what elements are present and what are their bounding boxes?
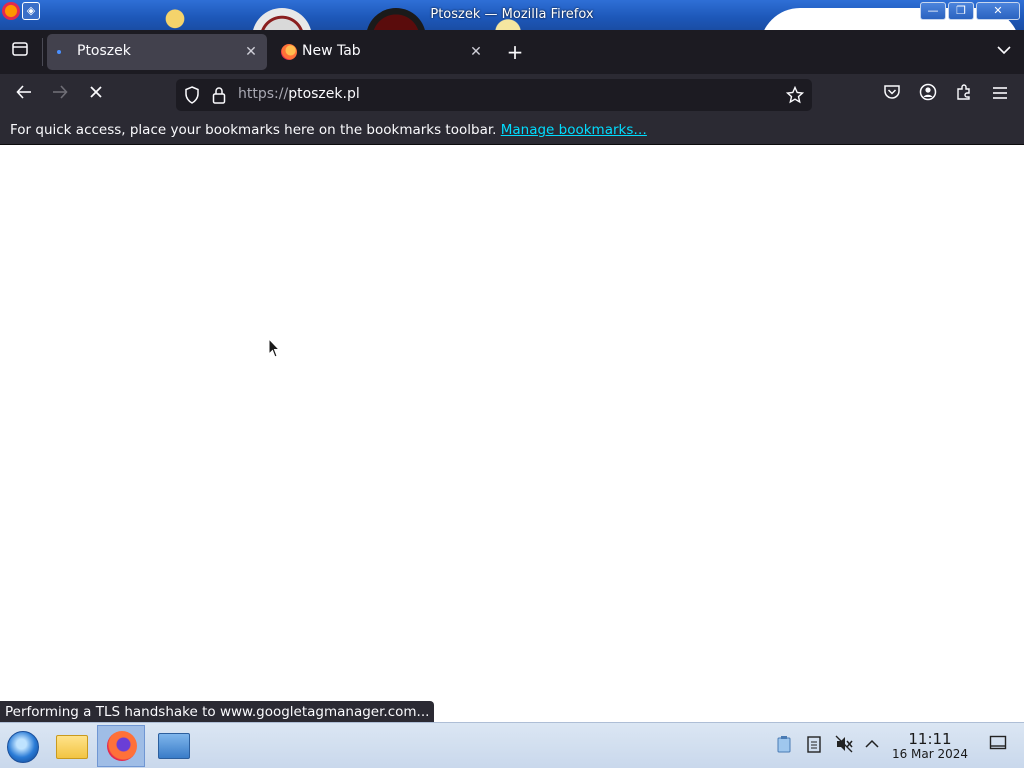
taskbar: 11:11 16 Mar 2024 [0,722,1024,768]
firefox-icon [281,44,297,60]
bookmarks-toolbar: For quick access, place your bookmarks h… [0,116,1024,145]
system-settings-button[interactable] [150,725,198,767]
status-panel: Performing a TLS handshake to www.google… [0,701,435,723]
clipboard-icon[interactable] [774,735,794,755]
bookmark-star-icon[interactable] [785,85,805,108]
window-title: Ptoszek — Mozilla Firefox [430,7,594,22]
close-tab-icon[interactable]: ✕ [240,41,262,63]
tab-separator [42,38,43,66]
back-button[interactable] [12,83,36,107]
mouse-cursor-icon [268,337,281,362]
loading-indicator-icon [57,50,61,54]
tab-label: New Tab [302,43,361,59]
pocket-icon[interactable] [880,83,904,107]
app-menu-icon[interactable] [988,83,1012,107]
forward-button[interactable] [48,83,72,107]
start-menu-button[interactable] [0,725,48,767]
bookmarks-empty-message: For quick access, place your bookmarks h… [10,122,647,138]
clock-time: 11:11 [908,730,952,748]
window-titlebar[interactable]: ◈ Ptoszek — Mozilla Firefox — ❐ ✕ [0,0,1024,30]
navigation-toolbar: https://ptoszek.pl [0,74,1024,116]
bookmarks-hint-text: For quick access, place your bookmarks h… [10,122,501,138]
account-icon[interactable] [916,83,940,107]
tab-label: Ptoszek [77,43,131,59]
start-orb-icon [7,731,39,763]
extensions-icon[interactable] [952,83,976,107]
stop-loading-button[interactable] [84,83,108,107]
firefox-icon [107,731,137,761]
settings-monitor-icon [158,733,190,759]
url-bar[interactable]: https://ptoszek.pl [176,79,812,111]
maximize-button[interactable]: ❐ [948,2,974,20]
firefox-view-icon[interactable] [8,40,32,64]
show-desktop-icon[interactable] [988,735,1008,755]
tab-new-tab[interactable]: New Tab ✕ [272,34,492,70]
tracking-protection-icon[interactable] [184,86,200,108]
url-host: ptoszek.pl [288,86,360,102]
tab-ptoszek[interactable]: Ptoszek ✕ [47,34,267,70]
clock-date: 16 Mar 2024 [891,747,969,761]
lock-icon[interactable] [212,86,226,108]
notes-icon[interactable] [804,735,824,755]
taskbar-clock[interactable]: 11:11 16 Mar 2024 [882,731,978,761]
tab-strip: Ptoszek ✕ New Tab ✕ + [0,30,1024,74]
volume-muted-icon[interactable] [834,735,854,755]
close-window-button[interactable]: ✕ [976,2,1020,20]
firefox-taskbar-button[interactable] [97,725,145,767]
page-content[interactable]: Performing a TLS handshake to www.google… [0,145,1024,723]
folder-icon [56,735,88,759]
new-tab-button[interactable]: + [503,40,527,64]
minimize-button[interactable]: — [920,2,946,20]
close-tab-icon[interactable]: ✕ [465,41,487,63]
url-text[interactable]: https://ptoszek.pl [238,86,360,102]
file-manager-button[interactable] [48,725,96,767]
manage-bookmarks-link[interactable]: Manage bookmarks… [501,122,647,138]
tray-expand-icon[interactable] [862,735,882,755]
list-all-tabs-icon[interactable] [992,40,1016,64]
url-scheme: https:// [238,86,289,102]
